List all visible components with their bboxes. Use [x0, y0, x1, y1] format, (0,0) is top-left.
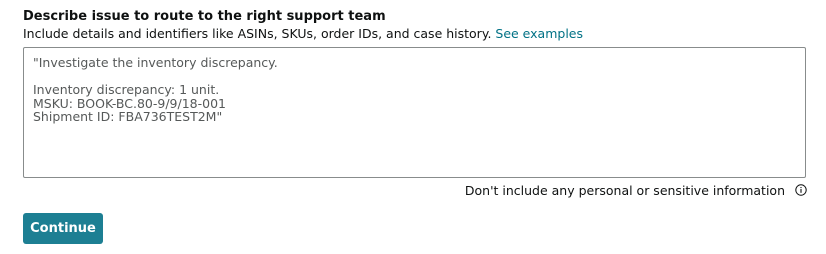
form-hint: Include details and identifiers like ASI… [23, 26, 583, 42]
see-examples-link[interactable]: See examples [495, 26, 583, 41]
issue-description-textarea[interactable]: "Investigate the inventory discrepancy. … [23, 47, 806, 178]
continue-button[interactable]: Continue [23, 213, 103, 244]
form-heading: Describe issue to route to the right sup… [23, 9, 386, 24]
privacy-notice-text: Don't include any personal or sensitive … [464, 182, 785, 198]
info-icon[interactable] [795, 184, 807, 196]
privacy-notice: Don't include any personal or sensitive … [465, 182, 807, 198]
hint-text: Include details and identifiers like ASI… [23, 26, 496, 41]
